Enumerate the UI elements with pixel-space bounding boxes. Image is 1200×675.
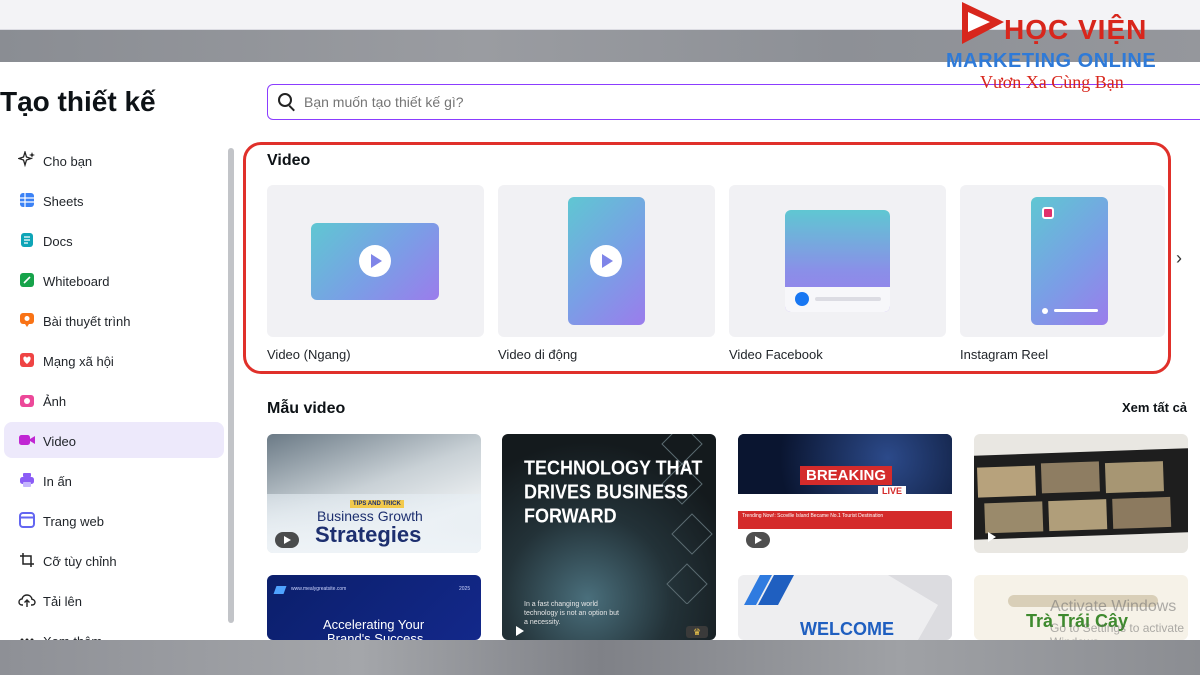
search-icon xyxy=(278,93,296,112)
docs-icon xyxy=(18,231,36,249)
activate-windows-watermark: Activate Windows xyxy=(1050,598,1177,615)
template-line-1: TECHNOLOGY THAT xyxy=(524,456,703,479)
sidebar-item-presentation[interactable]: Bài thuyết trình xyxy=(4,302,224,338)
see-all-link[interactable]: Xem tất cả xyxy=(1122,400,1187,415)
video-card-instagram-reel[interactable] xyxy=(960,185,1165,337)
instagram-icon xyxy=(1042,207,1054,219)
sidebar-item-label: Tải lên xyxy=(43,594,83,609)
web-icon xyxy=(18,511,36,529)
page-title: Tạo thiết kế xyxy=(0,86,156,117)
facebook-icon xyxy=(795,292,809,306)
template-tag: TIPS AND TRICK xyxy=(350,500,404,508)
template-breaking-news[interactable]: BREAKING LIVE Trending Now!: Scoville Is… xyxy=(738,434,952,553)
live-badge: LIVE xyxy=(878,486,907,496)
video-card-label: Video Facebook xyxy=(729,347,823,362)
placeholder-line xyxy=(1054,309,1098,312)
sidebar-item-for-you[interactable]: Cho bạn xyxy=(4,142,224,178)
sidebar-item-label: In ấn xyxy=(43,474,72,489)
sheets-icon xyxy=(18,191,36,209)
sidebar-item-label: Bài thuyết trình xyxy=(43,314,131,329)
brand-line-1: HỌC VIỆN xyxy=(1004,14,1148,45)
template-line-2: Strategies xyxy=(315,522,422,547)
sidebar-item-label: Sheets xyxy=(43,194,84,209)
logo-mark-icon xyxy=(273,586,287,594)
crown-icon: ♛ xyxy=(686,626,708,638)
sidebar-item-website[interactable]: Trang web xyxy=(4,502,224,538)
sidebar-item-social[interactable]: Mạng xã hội xyxy=(4,342,224,378)
brand-slogan: Vươn Xa Cùng Bạn xyxy=(980,72,1124,92)
template-line-1: Accelerating Your xyxy=(323,617,425,632)
sidebar-item-label: Whiteboard xyxy=(43,274,110,289)
sidebar-item-label: Mạng xã hội xyxy=(43,354,114,369)
template-film-strip[interactable] xyxy=(974,434,1188,553)
film-strip xyxy=(974,447,1188,541)
sidebar-item-docs[interactable]: Docs xyxy=(4,222,224,258)
template-technology[interactable]: TECHNOLOGY THAT DRIVES BUSINESS FORWARD … xyxy=(502,434,716,640)
blurred-bottom-band xyxy=(0,640,1200,675)
whiteboard-icon xyxy=(18,271,36,289)
templates-section-title: Mẫu video xyxy=(267,400,346,417)
placeholder-line xyxy=(815,297,881,301)
sidebar-item-label: Video xyxy=(43,434,77,449)
play-icon xyxy=(988,532,996,542)
play-icon xyxy=(275,532,299,548)
template-welcome[interactable]: WELCOME xyxy=(738,575,952,640)
template-year: 2025 xyxy=(459,586,471,592)
video-card-label: Video (Ngang) xyxy=(267,347,351,362)
sidebar-item-sheets[interactable]: Sheets xyxy=(4,182,224,218)
play-icon xyxy=(590,245,622,277)
template-headline: WELCOME xyxy=(800,619,894,639)
video-icon xyxy=(18,431,36,449)
camera-icon xyxy=(18,391,36,409)
sidebar-item-photos[interactable]: Ảnh xyxy=(4,382,224,418)
template-line-2: Brand's Success xyxy=(327,631,424,640)
cloud-upload-icon xyxy=(18,591,36,609)
sidebar-item-label: Docs xyxy=(43,234,73,249)
heart-icon xyxy=(18,351,36,369)
video-card-label: Instagram Reel xyxy=(960,347,1049,362)
news-ticker: Trending Now!: Scoville Island Became No… xyxy=(742,513,884,519)
brand-logo: HỌC VIỆN MARKETING ONLINE Vươn Xa Cùng B… xyxy=(944,0,1164,95)
sidebar-item-label: Cho bạn xyxy=(43,154,93,169)
sidebar-item-whiteboard[interactable]: Whiteboard xyxy=(4,262,224,298)
video-card-mobile[interactable] xyxy=(498,185,715,337)
sidebar-scrollbar[interactable] xyxy=(228,148,234,623)
video-card-label: Video di động xyxy=(498,347,578,362)
sidebar-item-label: Ảnh xyxy=(43,394,67,409)
brand-line-2: MARKETING ONLINE xyxy=(946,50,1157,72)
presentation-icon xyxy=(18,311,36,329)
template-line-2: DRIVES BUSINESS xyxy=(524,480,689,503)
sidebar-item-custom-size[interactable]: Cỡ tùy chỉnh xyxy=(4,542,224,578)
sidebar-item-label: Trang web xyxy=(43,514,104,529)
sidebar-item-label: Cỡ tùy chỉnh xyxy=(43,554,117,569)
play-icon xyxy=(746,532,770,548)
template-site: www.mealygreatsite.com xyxy=(291,586,347,592)
template-brand-success[interactable]: www.mealygreatsite.com 2025 Accelerating… xyxy=(267,575,481,640)
sidebar-item-video[interactable]: Video xyxy=(4,422,224,458)
template-business-growth[interactable]: TIPS AND TRICK Business Growth Strategie… xyxy=(267,434,481,553)
template-line-3: FORWARD xyxy=(524,504,617,527)
crop-icon xyxy=(18,551,36,569)
template-headline: BREAKING xyxy=(800,466,893,485)
play-icon xyxy=(516,626,524,636)
video-card-facebook[interactable] xyxy=(729,185,946,337)
template-caption: In a fast changing world technology is n… xyxy=(524,601,619,626)
play-icon xyxy=(359,245,391,277)
avatar-dot xyxy=(1042,308,1048,314)
video-card-landscape[interactable] xyxy=(267,185,484,337)
sparkle-icon xyxy=(18,151,36,169)
chevron-right-icon[interactable]: › xyxy=(1176,248,1182,269)
sidebar-item-upload[interactable]: Tải lên xyxy=(4,582,224,618)
printer-icon xyxy=(18,471,36,489)
sidebar-item-print[interactable]: In ấn xyxy=(4,462,224,498)
